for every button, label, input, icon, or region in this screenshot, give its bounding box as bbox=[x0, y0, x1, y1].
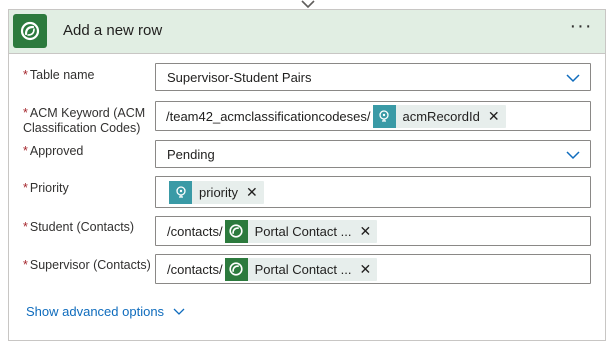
dataverse-icon bbox=[224, 257, 248, 281]
acm-keyword-label: * ACM Keyword (ACM Classification Codes) bbox=[23, 106, 146, 135]
student-prefix: /contacts/ bbox=[167, 223, 223, 239]
priority-label: * Priority bbox=[23, 181, 69, 195]
approved-dropdown[interactable]: Pending bbox=[155, 140, 591, 168]
variable-icon bbox=[372, 104, 396, 128]
approved-label: * Approved bbox=[23, 144, 84, 158]
supervisor-prefix: /contacts/ bbox=[167, 261, 223, 277]
dataverse-icon bbox=[13, 14, 47, 48]
table-name-value: Supervisor-Student Pairs bbox=[167, 69, 312, 85]
token-label: acmRecordId bbox=[402, 108, 480, 124]
priority-field[interactable]: priority ✕ bbox=[155, 176, 591, 208]
acm-record-id-token[interactable]: acmRecordId ✕ bbox=[372, 104, 506, 128]
portal-contact-token[interactable]: Portal Contact ... ✕ bbox=[224, 257, 378, 281]
card-header[interactable]: Add a new row ··· bbox=[9, 10, 605, 54]
acm-keyword-field[interactable]: /team42_acmclassificationcodeses/ acmRec… bbox=[155, 101, 591, 131]
approved-value: Pending bbox=[167, 146, 215, 162]
supervisor-label: * Supervisor (Contacts) bbox=[23, 258, 151, 272]
token-label: Portal Contact ... bbox=[254, 223, 352, 239]
chevron-down-icon bbox=[566, 74, 580, 83]
remove-token-icon[interactable]: ✕ bbox=[246, 184, 258, 201]
table-name-dropdown[interactable]: Supervisor-Student Pairs bbox=[155, 63, 591, 91]
show-advanced-options-link[interactable]: Show advanced options bbox=[26, 304, 185, 319]
variable-icon bbox=[169, 180, 192, 204]
priority-token[interactable]: priority ✕ bbox=[169, 180, 264, 204]
remove-token-icon[interactable]: ✕ bbox=[359, 261, 371, 278]
chevron-down-icon bbox=[173, 308, 185, 315]
add-row-action-card: Add a new row ··· * Table name Supervisor… bbox=[8, 9, 606, 341]
student-field[interactable]: /contacts/ Portal Contact ... ✕ bbox=[155, 216, 591, 246]
more-options-button[interactable]: ··· bbox=[567, 16, 595, 43]
student-label: * Student (Contacts) bbox=[23, 220, 135, 234]
chevron-down-icon bbox=[566, 151, 580, 160]
token-label: priority bbox=[199, 184, 239, 200]
supervisor-field[interactable]: /contacts/ Portal Contact ... ✕ bbox=[155, 254, 591, 284]
card-title: Add a new row bbox=[63, 22, 163, 39]
remove-token-icon[interactable]: ✕ bbox=[488, 108, 500, 125]
portal-contact-token[interactable]: Portal Contact ... ✕ bbox=[224, 219, 378, 243]
acm-keyword-prefix: /team42_acmclassificationcodeses/ bbox=[166, 108, 371, 124]
remove-token-icon[interactable]: ✕ bbox=[359, 223, 371, 240]
advanced-options-label: Show advanced options bbox=[26, 304, 165, 319]
dataverse-icon bbox=[224, 219, 248, 243]
token-label: Portal Contact ... bbox=[254, 261, 352, 277]
table-name-label: * Table name bbox=[23, 68, 95, 82]
